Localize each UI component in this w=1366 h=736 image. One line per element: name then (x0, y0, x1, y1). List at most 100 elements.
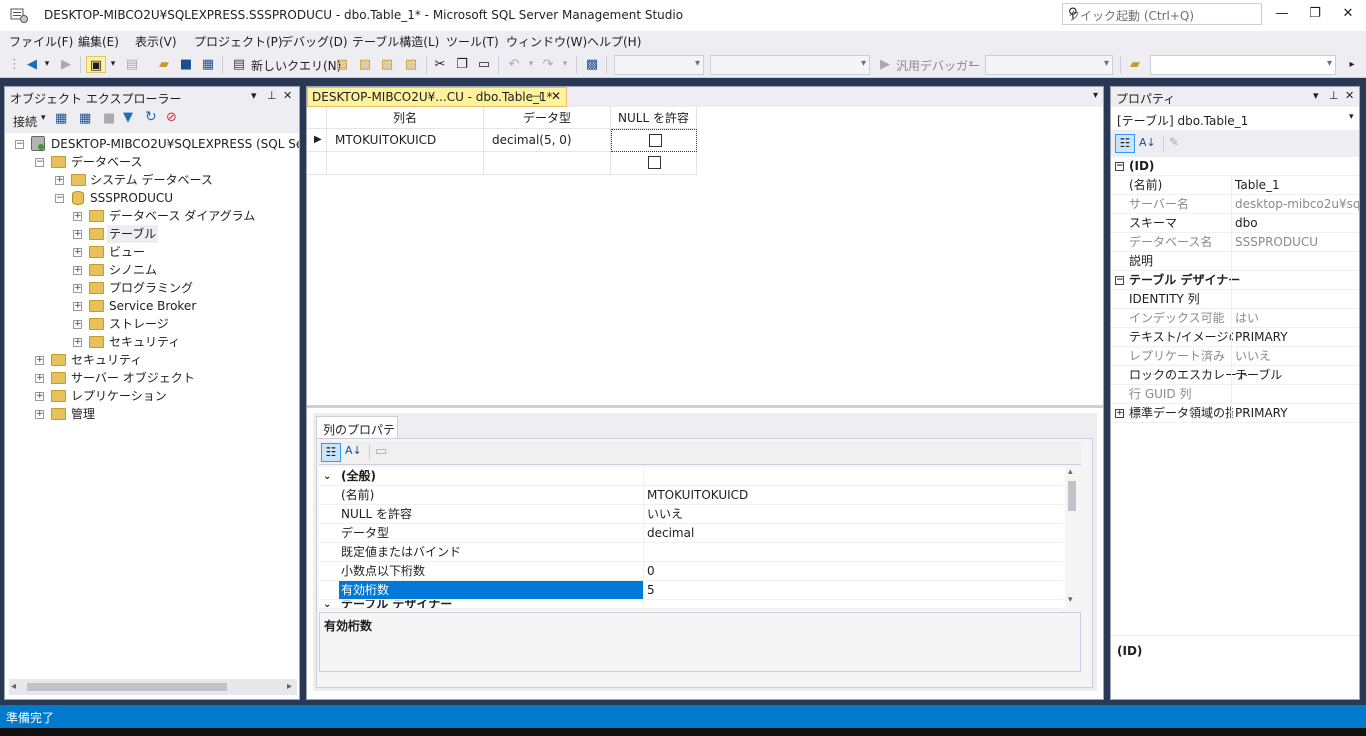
property-row[interactable]: 既定値またはバインド (319, 543, 1063, 562)
panel-menu-icon[interactable]: ▾ (1313, 89, 1319, 102)
menu-edit[interactable]: 編集(E) (78, 33, 119, 50)
collapse-chevron-icon[interactable]: ⌄ (323, 600, 331, 608)
prop-value[interactable]: desktop-mibco2u¥sqlexpress (1235, 195, 1359, 213)
tab-close-icon[interactable]: ✕ (551, 89, 561, 103)
alphabetical-icon[interactable]: A↓ (1139, 136, 1156, 149)
expand-icon[interactable]: + (35, 374, 44, 383)
chevron-down-icon[interactable]: ▾ (1349, 112, 1354, 122)
tree-node-db-child[interactable]: + プログラミング (5, 279, 299, 297)
category-general[interactable]: ⌄ (全般) (319, 467, 1063, 486)
prop-row[interactable]: IDENTITY 列 (1111, 290, 1359, 309)
back-icon[interactable]: ◀ (24, 56, 40, 73)
prop-value[interactable]: Table_1 (1235, 176, 1280, 195)
expand-icon[interactable]: + (73, 338, 82, 347)
copy-icon[interactable]: ❐ (454, 56, 470, 73)
property-row[interactable]: 小数点以下桁数 0 (319, 562, 1063, 581)
splitter[interactable] (307, 405, 1103, 408)
scroll-right-icon[interactable]: ▸ (287, 681, 292, 692)
close-panel-icon[interactable]: ✕ (283, 89, 292, 102)
query-mdx-icon[interactable]: ▧ (356, 56, 374, 73)
cell-allow-null-empty[interactable] (611, 152, 697, 175)
menu-file[interactable]: ファイル(F) (9, 33, 73, 50)
category-table-designer[interactable]: − テーブル デザイナー (1111, 271, 1359, 290)
prop-row[interactable]: テキスト/イメージのファイル PRIMARY (1111, 328, 1359, 347)
save-icon[interactable]: ■ (178, 56, 194, 73)
expand-icon[interactable]: + (35, 392, 44, 401)
prop-row[interactable]: インデックス可能 はい (1111, 309, 1359, 328)
expand-icon[interactable]: + (73, 212, 82, 221)
connect-dropdown-icon[interactable]: ▾ (41, 113, 46, 123)
expand-icon[interactable]: + (73, 320, 82, 329)
debugger-icon[interactable]: ▶ (877, 56, 893, 73)
refresh-icon[interactable]: ↻ (145, 109, 157, 125)
tree-node-server-child[interactable]: + セキュリティ (5, 351, 299, 369)
back-dropdown-icon[interactable]: ▾ (42, 56, 52, 73)
platform-combo[interactable] (710, 55, 870, 75)
toolbar-overflow-icon[interactable]: ▸ (1346, 56, 1358, 73)
column-header-allow-null[interactable]: NULL を許容 (611, 107, 697, 129)
collapse-chevron-icon[interactable]: ⌄ (323, 467, 331, 486)
menu-help[interactable]: ヘルプ(H) (587, 33, 641, 50)
collapse-icon[interactable]: − (1115, 276, 1124, 285)
vertical-scrollbar[interactable]: ▴ ▾ (1065, 467, 1079, 609)
prop-row[interactable]: レプリケート済み いいえ (1111, 347, 1359, 366)
cell-column-name[interactable]: MTOKUITOKUICD (327, 129, 484, 152)
column-properties-tab[interactable]: 列のプロパティ (316, 416, 398, 454)
tree-node-db-child[interactable]: + シノニム (5, 261, 299, 279)
allow-null-checkbox[interactable] (648, 156, 661, 169)
prop-value[interactable]: PRIMARY (1235, 404, 1288, 423)
find-in-files-icon[interactable]: ▰ (1127, 56, 1143, 73)
find-combo[interactable] (1150, 55, 1336, 75)
menu-window[interactable]: ウィンドウ(W) (506, 33, 587, 50)
property-value[interactable]: 5 (647, 581, 655, 600)
activity-icon[interactable]: ⊘ (166, 110, 177, 125)
tree-node-system-databases[interactable]: + システム データベース (5, 171, 299, 189)
menu-tools[interactable]: ツール(T) (446, 33, 499, 50)
cell-data-type-empty[interactable] (484, 152, 611, 175)
prop-value[interactable]: はい (1235, 309, 1259, 328)
debugger-dropdown-icon[interactable]: ▾ (966, 56, 976, 73)
row-selector[interactable]: ▶ (307, 129, 327, 152)
pin-icon[interactable]: ⊥ (1329, 89, 1339, 102)
tree-node-db-child[interactable]: + データベース ダイアグラム (5, 207, 299, 225)
menu-view[interactable]: 表示(V) (135, 33, 177, 50)
scroll-up-icon[interactable]: ▴ (1068, 467, 1073, 477)
menu-project[interactable]: プロジェクト(P) (194, 33, 283, 50)
object-selector-combo[interactable]: [テーブル] dbo.Table_1 ▾ (1111, 107, 1359, 131)
expand-icon[interactable]: + (35, 356, 44, 365)
redo-icon[interactable]: ↷ (540, 56, 556, 73)
disconnect-icon[interactable]: ▦ (79, 111, 91, 126)
property-row[interactable]: データ型 decimal (319, 524, 1063, 543)
categorized-icon[interactable]: ☷ (1115, 134, 1135, 153)
property-value[interactable]: MTOKUITOKUICD (647, 486, 748, 505)
connect-button[interactable]: 接続 (13, 113, 37, 130)
property-row-selected[interactable]: 有効桁数 5 (319, 581, 1063, 600)
save-all-icon[interactable]: ▦ (200, 56, 216, 73)
category-table-designer[interactable]: ⌄ テーブル デザイナー (319, 600, 1063, 609)
prop-value[interactable]: テーブル (1235, 366, 1282, 385)
collapse-icon[interactable]: − (35, 158, 44, 167)
query-dmx-icon[interactable]: ▧ (378, 56, 396, 73)
prop-value[interactable]: SSSPRODUCU (1235, 233, 1318, 252)
paste-icon[interactable]: ▭ (476, 56, 492, 73)
property-value[interactable]: 0 (647, 562, 655, 581)
undo-icon[interactable]: ↶ (506, 56, 522, 73)
cell-data-type[interactable]: decimal(5, 0) (484, 129, 611, 152)
solution-config-combo[interactable] (614, 55, 704, 75)
expand-icon[interactable]: + (73, 248, 82, 257)
expand-icon[interactable]: + (1115, 409, 1124, 418)
prop-row[interactable]: 説明 (1111, 252, 1359, 271)
tree-node-database[interactable]: − SSSPRODUCU (5, 189, 299, 207)
property-value[interactable]: いいえ (647, 505, 683, 524)
expand-icon[interactable]: + (73, 230, 82, 239)
tree-node-db-child[interactable]: + ストレージ (5, 315, 299, 333)
expand-icon[interactable]: + (55, 176, 64, 185)
prop-row[interactable]: データベース名 SSSPRODUCU (1111, 233, 1359, 252)
open-file-icon[interactable]: ▰ (156, 56, 172, 73)
new-query-button[interactable]: 新しいクエリ(N) (251, 57, 341, 74)
redo-dropdown-icon[interactable]: ▾ (560, 56, 570, 73)
prop-row[interactable]: ロックのエスカレート テーブル (1111, 366, 1359, 385)
add-item-icon[interactable]: ▤ (124, 56, 140, 73)
tree-node-databases[interactable]: − データベース (5, 153, 299, 171)
pin-icon[interactable]: ⊥ (267, 89, 277, 102)
